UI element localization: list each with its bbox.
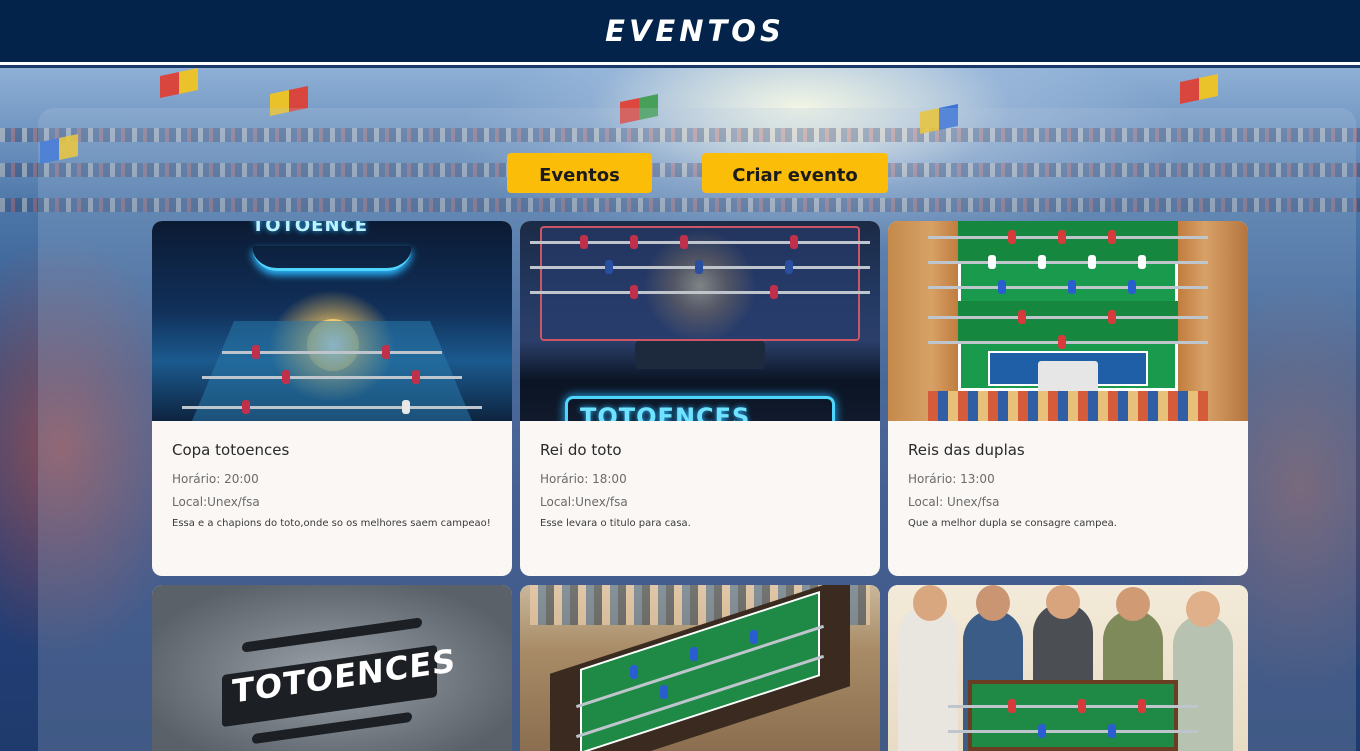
event-image <box>520 585 880 751</box>
event-card[interactable]: TOTOENCE Copa totoences Horário: 20:00 L… <box>152 221 512 576</box>
event-image <box>888 221 1248 421</box>
event-title: Reis das duplas <box>908 441 1025 459</box>
event-description: Que a melhor dupla se consagre campea. <box>908 518 1117 529</box>
event-card[interactable]: TOTOENCES Rei do toto Horário: 18:00 Loc… <box>520 221 880 576</box>
event-card[interactable]: Reis das duplas Horário: 13:00 Local: Un… <box>888 221 1248 576</box>
event-image <box>888 585 1248 751</box>
criar-evento-button[interactable]: Criar evento <box>702 153 888 193</box>
event-image: TOTOENCES <box>520 221 880 421</box>
event-description: Esse levara o titulo para casa. <box>540 518 691 529</box>
event-location: Local:Unex/fsa <box>172 495 260 509</box>
event-time: Horário: 20:00 <box>172 472 259 486</box>
event-location: Local: Unex/fsa <box>908 495 1000 509</box>
event-location: Local:Unex/fsa <box>540 495 628 509</box>
page-header: EVENTOS <box>0 0 1360 65</box>
event-title: Rei do toto <box>540 441 622 459</box>
event-card[interactable] <box>520 585 880 751</box>
event-time: Horário: 18:00 <box>540 472 627 486</box>
page-title: EVENTOS <box>605 14 785 48</box>
event-image: TOTOENCE <box>152 221 512 421</box>
event-title: Copa totoences <box>172 441 290 459</box>
event-time: Horário: 13:00 <box>908 472 995 486</box>
event-image: TOTOENCES <box>152 585 512 751</box>
event-card[interactable]: TOTOENCES <box>152 585 512 751</box>
event-description: Essa e a chapions do toto,onde so os mel… <box>172 518 491 529</box>
event-card[interactable] <box>888 585 1248 751</box>
eventos-button[interactable]: Eventos <box>507 153 652 193</box>
